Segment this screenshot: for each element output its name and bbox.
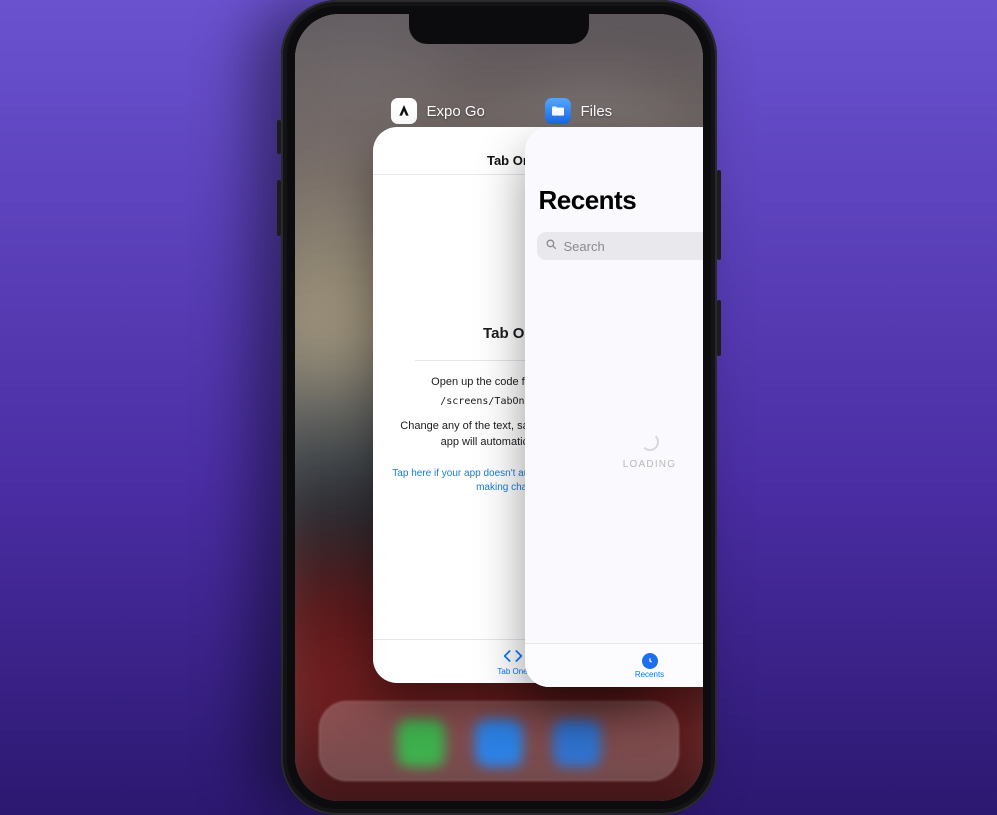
expo-tab-label[interactable]: Tab One bbox=[497, 667, 527, 676]
side-button bbox=[717, 170, 721, 260]
iphone-device: Expo Go Files Tab One Tab One Open up th… bbox=[281, 0, 717, 815]
files-app-icon bbox=[545, 98, 571, 124]
files-header: Recents bbox=[525, 127, 703, 224]
loading-spinner-icon bbox=[641, 433, 659, 451]
search-icon bbox=[545, 238, 558, 254]
app-switcher-label-text: Expo Go bbox=[427, 103, 485, 120]
app-card-files[interactable]: Recents Search LOADING Recents bbox=[525, 127, 703, 687]
notch bbox=[409, 14, 589, 44]
files-search-field[interactable]: Search bbox=[537, 232, 703, 260]
files-search-placeholder: Search bbox=[564, 239, 605, 254]
files-title: Recents bbox=[539, 185, 703, 216]
app-switcher-label-text: Files bbox=[581, 103, 613, 120]
code-icon[interactable] bbox=[503, 648, 523, 666]
expo-app-icon bbox=[391, 98, 417, 124]
app-switcher-label-files[interactable]: Files bbox=[545, 98, 613, 124]
mute-switch bbox=[277, 120, 281, 154]
files-tab-label[interactable]: Recents bbox=[635, 670, 664, 679]
app-switcher-label-expo[interactable]: Expo Go bbox=[391, 98, 485, 124]
files-loading-label: LOADING bbox=[623, 459, 676, 470]
phone-screen: Expo Go Files Tab One Tab One Open up th… bbox=[295, 14, 703, 801]
app-switcher[interactable]: Expo Go Files Tab One Tab One Open up th… bbox=[295, 14, 703, 801]
side-button bbox=[717, 300, 721, 356]
clock-icon[interactable] bbox=[642, 653, 658, 669]
files-body: LOADING bbox=[525, 260, 703, 643]
volume-button bbox=[277, 180, 281, 236]
files-tab-bar: Recents bbox=[525, 643, 703, 687]
